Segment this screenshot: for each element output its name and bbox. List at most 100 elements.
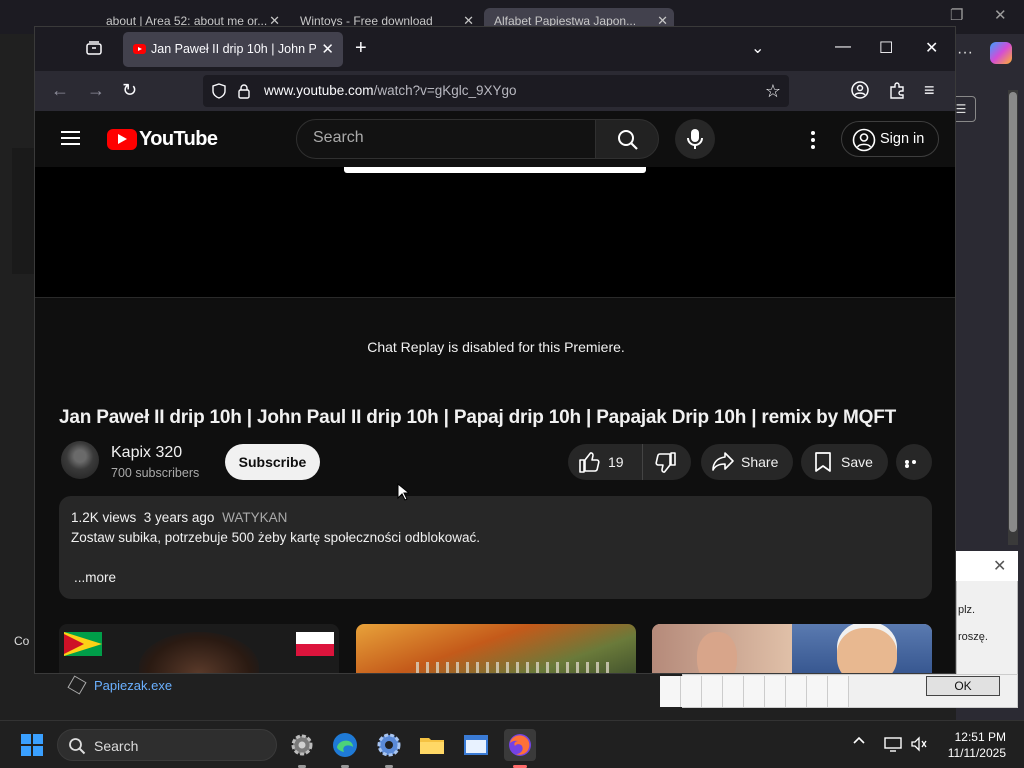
background-panel [12, 148, 34, 274]
firefox-window: Jan Paweł II drip 10h | John Paul II dri… [34, 26, 956, 674]
hamburger-icon[interactable] [61, 131, 80, 145]
related-video-thumbnail[interactable] [59, 624, 339, 673]
taskbar-app-edge[interactable] [329, 729, 361, 768]
related-video-thumbnail[interactable] [356, 624, 636, 673]
youtube-masthead: YouTube Sign in [35, 111, 955, 167]
more-horizontal-icon [905, 460, 923, 468]
guyana-flag-icon [64, 632, 102, 656]
sign-in-button[interactable]: Sign in [841, 121, 939, 157]
taskbar-search[interactable]: Search [57, 729, 277, 761]
description-meta: 1.2K views 3 years ago WATYKAN [71, 510, 287, 525]
firefox-icon [509, 734, 531, 756]
system-clock[interactable]: 12:51 PM 11/11/2025 [940, 729, 1006, 761]
channel-name[interactable]: Kapix 320 [111, 444, 182, 462]
folder-icon [420, 738, 444, 754]
address-bar[interactable]: www.youtube.com/watch?v=gKglc_9XYgo ☆ [203, 75, 789, 107]
search-icon [69, 738, 86, 755]
account-circle-icon [852, 128, 876, 152]
microphone-icon [687, 129, 703, 149]
related-video-thumbnail[interactable] [652, 624, 932, 673]
copilot-icon[interactable] [990, 42, 1012, 64]
chevron-up-icon[interactable] [853, 735, 865, 747]
chevron-down-icon[interactable]: ⌄ [751, 38, 764, 58]
close-icon[interactable]: ✕ [993, 556, 1006, 576]
shield-icon[interactable] [211, 83, 227, 99]
taskbar-app-settings[interactable] [373, 729, 405, 768]
tab-youtube[interactable]: Jan Paweł II drip 10h | John Paul II dri… [123, 32, 343, 67]
gear-icon [291, 734, 313, 756]
close-icon[interactable]: ✕ [925, 38, 938, 58]
share-button[interactable]: Share [701, 444, 793, 480]
taskbar-app-settings-gear[interactable] [286, 729, 318, 768]
scrollbar-thumb[interactable] [1009, 92, 1017, 532]
account-icon[interactable] [851, 81, 869, 99]
search-icon [618, 130, 638, 150]
save-label: Save [841, 454, 873, 470]
like-count: 19 [608, 454, 624, 470]
dialog-titlebar [956, 551, 1018, 581]
network-icon[interactable] [884, 736, 902, 752]
firefox-view-icon[interactable] [85, 39, 103, 57]
forward-icon[interactable]: → [87, 80, 105, 101]
description-text: Zostaw subika, potrzebuje 500 żeby kartę… [71, 530, 480, 545]
description-box[interactable]: 1.2K views 3 years ago WATYKAN Zostaw su… [59, 496, 932, 599]
url-text[interactable]: www.youtube.com/watch?v=gKglc_9XYgo [264, 83, 517, 98]
taskbar-search-label: Search [94, 738, 139, 754]
upload-age: 3 years ago [143, 510, 215, 525]
youtube-wordmark[interactable]: YouTube [139, 128, 218, 151]
file-item[interactable]: Papiezak.exe [94, 678, 172, 693]
edge-icon [333, 733, 357, 757]
bookmark-star-icon[interactable]: ☆ [765, 81, 781, 102]
sign-in-label: Sign in [880, 131, 925, 147]
more-icon[interactable]: ··· [957, 44, 973, 62]
minimize-icon[interactable]: — [835, 38, 851, 56]
more-actions-button[interactable] [896, 444, 932, 480]
taskbar-app-file-explorer[interactable] [416, 729, 448, 761]
plus-icon[interactable]: + [355, 37, 367, 60]
tab-strip: Jan Paweł II drip 10h | John Paul II dri… [35, 27, 955, 71]
search-input[interactable] [313, 129, 573, 147]
taskbar-app-firefox[interactable] [504, 729, 536, 768]
ok-button[interactable]: OK [926, 676, 1000, 696]
video-player[interactable] [35, 167, 955, 297]
save-button[interactable]: Save [801, 444, 888, 480]
settings-more-icon[interactable] [805, 131, 821, 149]
tab-title: Jan Paweł II drip 10h | John Paul II dri… [151, 42, 316, 56]
taskbar-app-store[interactable] [460, 729, 492, 761]
volume-icon[interactable] [910, 736, 928, 752]
taskbar: Search 12:51 PM 11/11/2025 [0, 720, 1024, 768]
extensions-icon[interactable] [888, 81, 906, 99]
navigation-bar: ← → ↻ www.youtube.com/watch?v=gKglc_9XYg… [35, 71, 955, 111]
menu-icon[interactable]: ≡ [924, 80, 935, 101]
clock-date: 11/11/2025 [947, 746, 1006, 760]
back-icon[interactable]: ← [51, 80, 69, 101]
like-dislike-group: 19 [568, 444, 691, 480]
voice-search-button[interactable] [675, 119, 715, 159]
share-label: Share [741, 454, 779, 470]
dialog-cells [660, 676, 849, 707]
channel-avatar[interactable] [61, 441, 99, 479]
restore-icon[interactable]: ❐ [950, 6, 963, 24]
lock-icon[interactable] [237, 83, 251, 99]
chat-replay-message: Chat Replay is disabled for this Premier… [367, 339, 625, 355]
video-title: Jan Paweł II drip 10h | John Paul II dri… [59, 407, 897, 428]
like-button[interactable]: 19 [568, 444, 643, 480]
search-box[interactable] [296, 119, 596, 159]
chat-replay-panel: Chat Replay is disabled for this Premier… [35, 297, 955, 377]
show-more-link[interactable]: ...more [74, 570, 116, 585]
close-icon[interactable]: ✕ [321, 40, 334, 58]
reload-icon[interactable]: ↻ [122, 80, 137, 101]
share-icon [712, 452, 734, 471]
youtube-favicon-icon [133, 44, 146, 54]
url-domain: www.youtube.com [264, 83, 374, 98]
search-button[interactable] [595, 119, 659, 159]
view-count: 1.2K views [71, 510, 137, 525]
dialog-text: plz. [958, 604, 976, 616]
maximize-icon[interactable]: ☐ [879, 38, 893, 58]
subscribe-button[interactable]: Subscribe [225, 444, 320, 480]
thumbs-up-icon [579, 452, 600, 473]
hashtag[interactable]: WATYKAN [222, 510, 287, 525]
windows-start-icon[interactable] [21, 734, 43, 756]
close-icon[interactable]: ✕ [994, 6, 1007, 24]
youtube-logo-icon[interactable] [107, 129, 137, 150]
